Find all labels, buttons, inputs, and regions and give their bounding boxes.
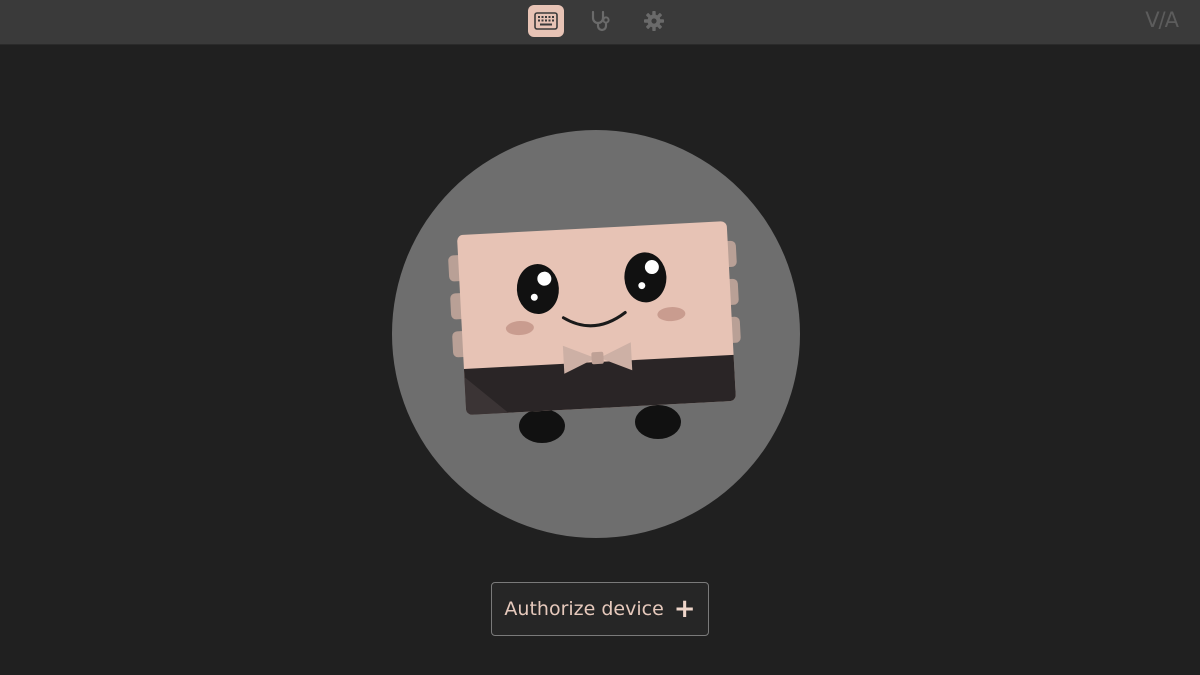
mascot-left-foot (519, 409, 565, 443)
app-window: V/A Authorize device + (0, 0, 1200, 675)
keyboard-icon (534, 12, 558, 30)
brand-logo: V/A (1145, 8, 1179, 32)
authorize-device-button[interactable]: Authorize device + (491, 582, 709, 636)
plus-icon: + (673, 594, 696, 624)
authorize-device-label: Authorize device (504, 598, 664, 620)
top-bar: V/A (0, 0, 1200, 45)
stethoscope-icon (591, 10, 610, 32)
mascot-right-foot (635, 405, 681, 439)
nav-tab-test[interactable] (582, 5, 618, 37)
mascot-body (448, 221, 741, 415)
nav-tab-settings[interactable] (636, 5, 672, 37)
keyboard-mascot-illustration (392, 130, 800, 538)
gear-icon (644, 11, 664, 31)
nav-tab-keyboard[interactable] (528, 5, 564, 37)
